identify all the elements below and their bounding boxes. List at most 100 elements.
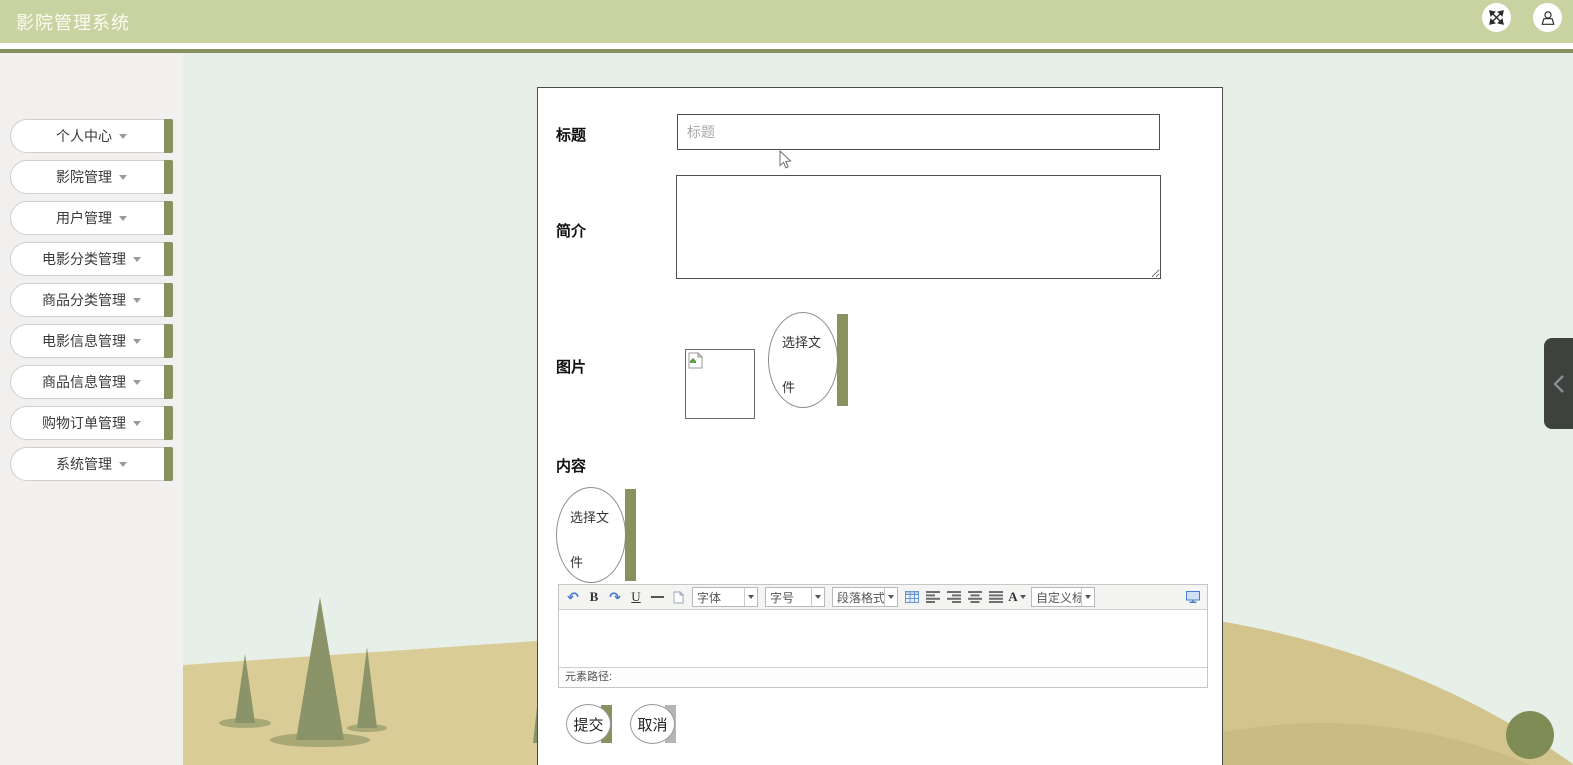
topbar: 影院管理系统 [0,0,1573,43]
sidebar-item-label: 商品信息管理 [42,374,126,390]
font-family-dropdown[interactable]: 字体 [692,587,758,607]
sidebar-item-label: 电影信息管理 [42,333,126,349]
content-file-button[interactable]: 选择文件 [556,487,636,583]
file-button-label: 选择文件 [570,510,610,570]
app-title: 影院管理系统 [16,13,130,33]
fullscreen-editor-button[interactable] [1184,588,1202,607]
intro-textarea[interactable] [676,175,1161,279]
paste-plain-button[interactable] [669,588,687,607]
editor-content-area[interactable] [559,611,1207,668]
sidebar-item-shopping-order-management[interactable]: 购物订单管理 [10,406,173,440]
item-accent-bar [164,447,173,481]
intro-field-label: 简介 [556,223,587,240]
sidebar-item-product-info-management[interactable]: 商品信息管理 [10,365,173,399]
sidebar-item-label: 商品分类管理 [42,292,126,308]
sidebar-item-cinema-management[interactable]: 影院管理 [10,160,173,194]
insert-table-button[interactable] [903,588,921,607]
chevron-left-icon [1552,374,1564,393]
align-justify-button[interactable] [987,588,1005,607]
image-file-button[interactable]: 选择文件 [768,312,848,408]
sidebar: 个人中心 影院管理 用户管理 电影分类管理 商品分类管理 电影信息管理 商品信息… [0,53,183,765]
image-preview [685,349,755,419]
font-family-dropdown-label: 字体 [697,590,722,605]
redo-icon[interactable]: ↷ [606,588,624,607]
font-color-label: A [1008,589,1018,604]
item-accent-bar [164,365,173,399]
sidebar-item-label: 用户管理 [56,210,112,226]
align-left-button[interactable] [924,588,942,607]
chevron-down-icon [133,297,141,303]
item-accent-bar [164,324,173,358]
item-accent-bar [164,160,173,194]
sidebar-item-label: 购物订单管理 [42,415,126,431]
table-icon [905,591,919,603]
submit-button[interactable]: 提交 [566,704,614,746]
chevron-down-icon [119,461,127,467]
chevron-down-icon [1081,588,1094,606]
file-button-accent-bar [837,314,848,406]
user-icon [1541,10,1554,25]
chevron-down-icon [119,174,127,180]
item-accent-bar [164,406,173,440]
file-button-label: 选择文件 [782,335,822,395]
align-left-icon [926,591,940,603]
title-field-label: 标题 [556,127,587,144]
sidebar-item-movie-info-management[interactable]: 电影信息管理 [10,324,173,358]
paragraph-format-dropdown[interactable]: 段落格式 [832,587,898,607]
chevron-down-icon [133,256,141,262]
custom-style-dropdown[interactable]: 自定义标题 [1031,587,1095,607]
image-field-label: 图片 [556,359,587,376]
sidebar-item-system-management[interactable]: 系统管理 [10,447,173,481]
item-accent-bar [164,283,173,317]
chevron-down-icon [811,588,824,606]
fullscreen-button[interactable] [1482,3,1511,32]
sidebar-item-movie-category-management[interactable]: 电影分类管理 [10,242,173,276]
sidebar-item-user-management[interactable]: 用户管理 [10,201,173,235]
sidebar-item-label: 电影分类管理 [42,251,126,267]
monitor-icon [1186,591,1200,603]
sidebar-item-label: 影院管理 [56,169,112,185]
item-accent-bar [164,242,173,276]
file-button-accent-bar [625,489,636,581]
align-justify-icon [989,591,1003,603]
cancel-button-label: 取消 [630,704,675,744]
editor-toolbar: ↶ B ↷ U 字体 字号 段落格式 A 自定义标 [559,585,1207,610]
paragraph-format-dropdown-label: 段落格式 [837,590,884,605]
richtext-editor: ↶ B ↷ U 字体 字号 段落格式 A 自定义标 元素路径: [558,584,1208,688]
title-input[interactable] [677,114,1160,150]
underline-button[interactable]: U [627,588,645,607]
font-size-dropdown[interactable]: 字号 [765,587,825,607]
chevron-down-icon [884,588,897,606]
submit-button-label: 提交 [566,704,611,744]
form-panel: 标题 简介 图片 选择文件 内容 选择文件 ↶ B [537,87,1223,765]
cancel-button[interactable]: 取消 [630,704,678,746]
horizontal-rule-icon [650,596,664,598]
item-accent-bar [164,201,173,235]
sidebar-item-product-category-management[interactable]: 商品分类管理 [10,283,173,317]
right-panel-toggle[interactable] [1544,338,1573,429]
custom-style-dropdown-label: 自定义标题 [1036,590,1081,605]
align-center-icon [968,591,982,603]
font-size-dropdown-label: 字号 [770,590,795,605]
align-right-button[interactable] [945,588,963,607]
chevron-down-icon [119,215,127,221]
item-accent-bar [164,119,173,153]
chevron-down-icon [133,338,141,344]
fullscreen-icon [1489,10,1504,25]
bold-button[interactable]: B [585,588,603,607]
chevron-down-icon [133,379,141,385]
align-right-icon [947,591,961,603]
undo-icon[interactable]: ↶ [564,588,582,607]
horizontal-rule-button[interactable] [648,588,666,607]
chevron-down-icon [119,133,127,139]
align-center-button[interactable] [966,588,984,607]
font-color-button[interactable]: A [1008,588,1026,607]
chevron-down-icon [133,420,141,426]
chevron-down-icon [744,588,757,606]
main-content-area: 标题 简介 图片 选择文件 内容 选择文件 ↶ B [183,53,1573,765]
sidebar-item-label: 系统管理 [56,456,112,472]
user-profile-button[interactable] [1533,3,1562,32]
chevron-down-icon [1019,595,1026,599]
content-field-label: 内容 [556,458,587,475]
sidebar-item-personal-center[interactable]: 个人中心 [10,119,173,153]
